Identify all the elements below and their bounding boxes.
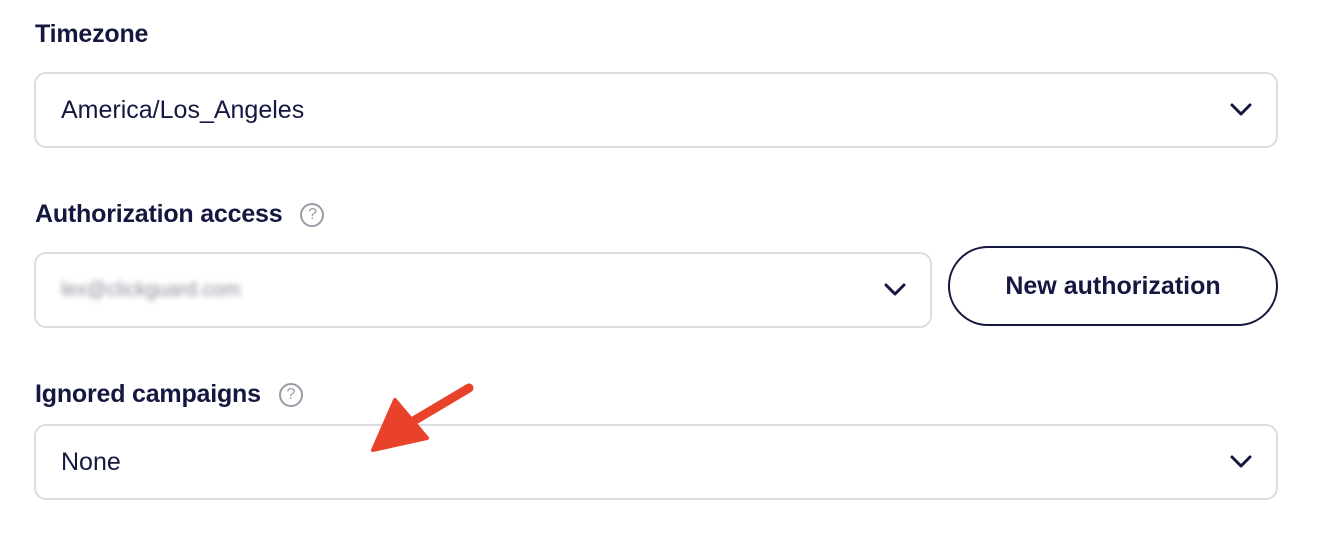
timezone-select[interactable]: America/Los_Angeles bbox=[34, 72, 1278, 148]
new-authorization-button[interactable]: New authorization bbox=[948, 246, 1278, 326]
new-authorization-button-label: New authorization bbox=[1005, 271, 1221, 300]
authorization-select-value: lex@clickguard.com bbox=[61, 278, 241, 301]
chevron-down-icon bbox=[1230, 455, 1252, 468]
chevron-down-icon bbox=[884, 283, 906, 296]
question-circle-icon[interactable]: ? bbox=[300, 202, 325, 227]
chevron-down-icon bbox=[1230, 103, 1252, 116]
authorization-label-text: Authorization access bbox=[35, 200, 283, 228]
authorization-label: Authorization access ? bbox=[35, 200, 325, 229]
red-arrow-annotation-icon bbox=[371, 383, 474, 452]
timezone-label-text: Timezone bbox=[35, 20, 149, 48]
ignored-campaigns-select[interactable]: None bbox=[34, 424, 1278, 500]
ignored-campaigns-label-text: Ignored campaigns bbox=[35, 380, 261, 408]
question-circle-icon[interactable]: ? bbox=[278, 382, 303, 407]
ignored-campaigns-label: Ignored campaigns ? bbox=[35, 380, 303, 409]
timezone-label: Timezone bbox=[35, 20, 148, 49]
timezone-select-value: America/Los_Angeles bbox=[61, 95, 305, 124]
ignored-campaigns-select-value: None bbox=[61, 447, 121, 476]
authorization-select[interactable]: lex@clickguard.com bbox=[34, 252, 932, 328]
